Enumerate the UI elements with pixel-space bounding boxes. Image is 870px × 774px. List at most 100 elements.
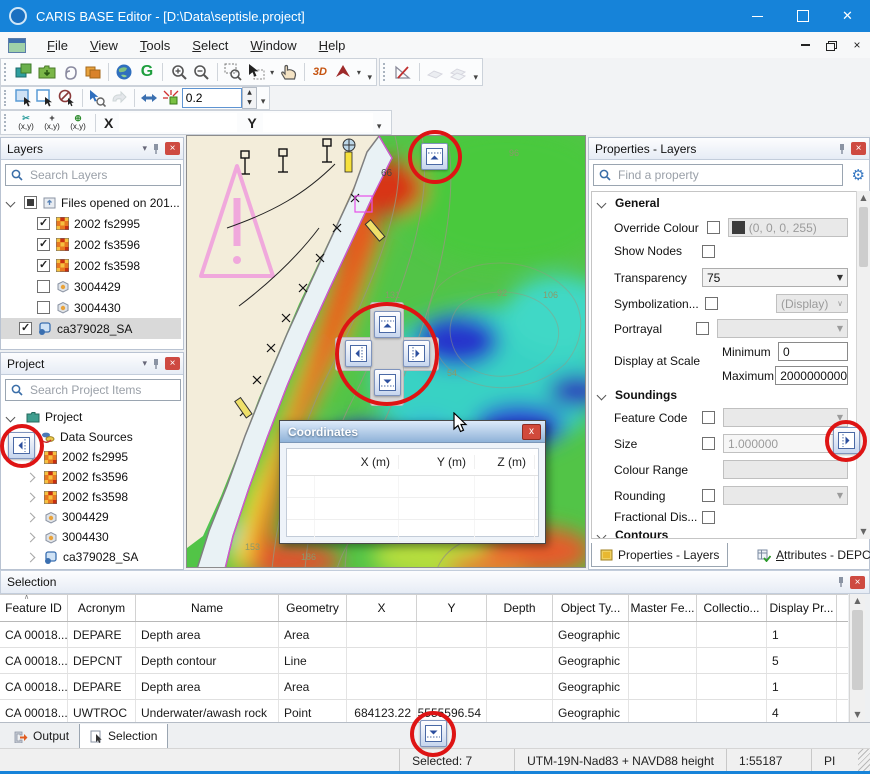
column-header[interactable]: Y [417, 595, 487, 621]
dock-cross-right-button[interactable] [403, 340, 430, 367]
checkbox[interactable] [37, 217, 50, 230]
tab-properties-layers[interactable]: Properties - Layers [591, 543, 728, 567]
rounding-checkbox[interactable] [702, 489, 715, 502]
dock-top-button[interactable] [421, 143, 448, 170]
move-feature-icon[interactable] [139, 87, 161, 109]
tree-item[interactable]: 2002 fs3598 [1, 487, 181, 507]
menu-tools[interactable]: Tools [129, 32, 181, 58]
coordinates-close-icon[interactable]: x [522, 424, 541, 440]
property-search[interactable] [593, 164, 843, 186]
panel-close-icon[interactable]: × [165, 357, 180, 370]
expander-icon[interactable] [6, 198, 16, 208]
checkbox[interactable] [37, 301, 50, 314]
table-row[interactable]: CA 00018... DEPCNT Depth contour Line Ge… [0, 648, 848, 674]
snap-tolerance-input[interactable] [182, 88, 242, 108]
section-expander-icon[interactable] [597, 198, 607, 208]
deselect-icon[interactable] [56, 87, 78, 109]
table-row[interactable]: CA 00018... DEPARE Depth area Area Geogr… [0, 622, 848, 648]
project-search-input[interactable] [28, 382, 180, 398]
tree-item[interactable]: 3004430 [1, 297, 181, 318]
tab-attributes-depcnt[interactable]: Attributes - DEPCNT [749, 543, 870, 567]
checkbox[interactable] [37, 238, 50, 251]
tree-item[interactable]: 2002 fs3596 [1, 234, 181, 255]
panel-close-icon[interactable]: × [165, 142, 180, 155]
select-zoom-icon[interactable] [86, 87, 108, 109]
tree-item[interactable]: 2002 fs2995 [1, 213, 181, 234]
size-checkbox[interactable] [702, 437, 715, 450]
redo-icon[interactable] [108, 87, 130, 109]
fractional-checkbox[interactable] [702, 511, 715, 524]
section-general[interactable]: General [598, 196, 660, 210]
minimize-button[interactable] [735, 0, 780, 32]
y-coordinate-field[interactable] [263, 113, 373, 132]
panel-close-icon[interactable]: × [851, 142, 866, 155]
properties-scrollbar[interactable]: ▲ ▼ [856, 191, 870, 539]
expander-icon[interactable] [6, 412, 16, 422]
child-minimize-button[interactable] [792, 34, 818, 56]
transparency-dropdown[interactable]: 75▼ [702, 268, 848, 287]
toolbar-grip[interactable] [4, 114, 9, 130]
resize-grip[interactable] [858, 749, 870, 772]
override-colour-checkbox[interactable] [707, 221, 720, 234]
dock-bottom-button[interactable] [420, 720, 447, 747]
google-earth-button[interactable]: G [136, 61, 159, 83]
column-header[interactable]: Name [136, 595, 279, 621]
attach-link-icon[interactable] [58, 61, 81, 83]
feature-code-checkbox[interactable] [702, 411, 715, 424]
pin-icon[interactable] [836, 576, 846, 588]
tree-item[interactable]: 3004429 [1, 276, 181, 297]
copy-datasets-icon[interactable] [13, 61, 36, 83]
toolbar-overflow[interactable]: ▾ [470, 73, 482, 85]
sheets-icon[interactable] [447, 61, 470, 83]
panel-close-icon[interactable]: × [850, 576, 865, 589]
section-expander-icon[interactable] [597, 390, 607, 400]
expander-icon[interactable] [26, 532, 36, 542]
panel-menu-icon[interactable]: ▾ [142, 144, 147, 154]
dock-cross-down-button[interactable] [374, 369, 401, 396]
sheet-icon[interactable] [424, 61, 447, 83]
checkbox[interactable] [37, 280, 50, 293]
tree-item[interactable]: 3004429 [1, 507, 181, 527]
project-search[interactable] [5, 379, 181, 401]
column-header[interactable]: Master Fe... [629, 595, 697, 621]
zoom-in-icon[interactable] [167, 61, 190, 83]
expander-icon[interactable] [26, 492, 36, 502]
tab-output[interactable]: Output [4, 724, 79, 748]
three-d-button[interactable]: 3D [309, 61, 332, 83]
toolbar-grip[interactable] [383, 63, 388, 81]
section-soundings[interactable]: Soundings [598, 388, 677, 402]
column-header[interactable]: Y (m) [399, 455, 475, 469]
save-folder-icon[interactable] [81, 61, 104, 83]
coord-insert-icon[interactable]: ⊕(x,y) [65, 114, 91, 131]
selection-scrollbar[interactable]: ▲ ▼ [849, 594, 865, 722]
checkbox[interactable] [37, 259, 50, 272]
menu-window[interactable]: Window [239, 32, 307, 58]
portrayal-checkbox[interactable] [696, 322, 709, 335]
section-contours[interactable]: Contours [598, 528, 668, 539]
tree-item[interactable]: 3004430 [1, 527, 181, 547]
x-coordinate-field[interactable] [119, 113, 237, 132]
north-arrow-icon[interactable] [331, 61, 354, 83]
toolbar-grip[interactable] [4, 63, 9, 81]
tree-item[interactable]: ca379028_SA [1, 547, 181, 567]
toolbar-overflow[interactable]: ▾ [373, 122, 386, 134]
checkbox[interactable] [24, 196, 37, 209]
tree-item[interactable]: Files opened on 201... [1, 192, 181, 213]
toolbar-grip[interactable] [4, 90, 9, 105]
north-arrow-dropdown[interactable]: ▾ [354, 68, 363, 77]
tree-item[interactable]: 2002 fs3596 [1, 467, 181, 487]
zoom-window-icon[interactable] [222, 61, 245, 83]
pin-icon[interactable] [151, 358, 161, 370]
globe-icon[interactable] [113, 61, 136, 83]
maximize-button[interactable] [780, 0, 825, 32]
select-tool-icon[interactable] [245, 61, 268, 83]
maximum-scale-field[interactable]: 2000000000 [775, 366, 848, 385]
select-all-icon[interactable] [34, 87, 56, 109]
property-search-input[interactable] [616, 167, 842, 183]
selection-table[interactable]: ∧ Feature ID Acronym Name Geometry X Y D… [0, 594, 848, 723]
select-rectangle-icon[interactable] [13, 87, 35, 109]
column-header[interactable]: Collectio... [697, 595, 767, 621]
layers-search[interactable] [5, 164, 181, 186]
child-close-button[interactable]: × [844, 34, 870, 56]
menu-help[interactable]: Help [308, 32, 357, 58]
